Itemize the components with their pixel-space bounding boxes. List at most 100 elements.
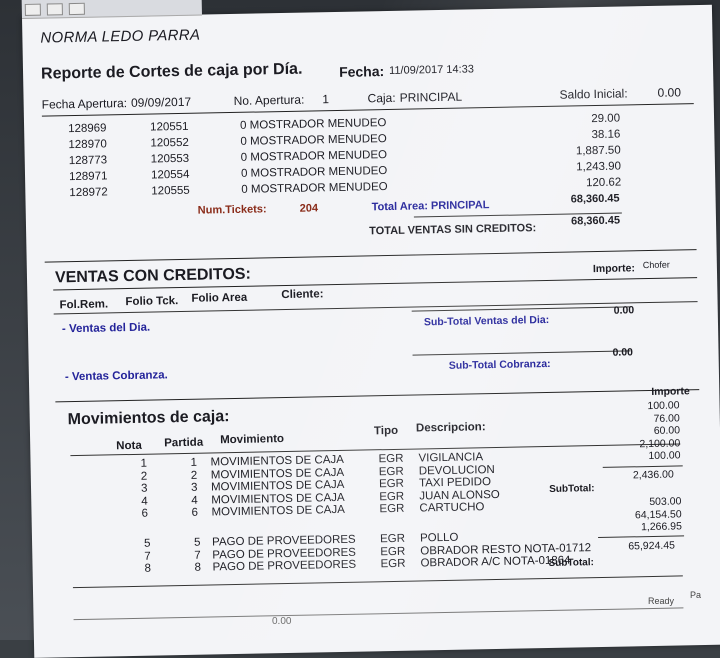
tipo: EGR [378,477,405,491]
report-title: Reporte de Cortes de caja por Día. [40,60,303,83]
total-area-label: Total Area: PRINCIPAL [371,199,490,214]
amount: 503.00 [649,495,682,509]
partida: 6 [191,506,199,519]
subtotal2-label: SubTotal: [548,557,595,569]
nota: 3 [140,482,148,495]
amount: 60.00 [653,424,681,437]
tipo: EGR [378,452,404,466]
ticket-folio: 120554 [150,168,190,182]
descripcion: JUAN ALONSO [419,488,500,502]
subtotal2-rule [598,535,685,539]
footer-divider [73,607,684,621]
col-folioarea: Folio Area [191,291,248,305]
chofer-label: Chofer [642,259,670,271]
ticket-desc: 0 MOSTRADOR MENUDEO [240,149,388,164]
subtotal2-value: 65,924.45 [628,539,676,553]
company-name: NORMA LEDO PARRA [40,26,201,47]
partida: 3 [190,481,198,494]
num-tickets-value: 204 [299,202,319,215]
no-apertura: No. Apertura: 1 [233,92,329,108]
amounts-group2: 503.00 64,154.50 1,266.95 [601,495,682,534]
ticket-id: 128972 [69,186,108,200]
partida: 8 [194,561,202,574]
ticket-amount: 29.00 [591,112,621,126]
tipo: EGR [380,557,406,571]
descripcion: CARTUCHO [419,501,485,515]
subtotal-ventas-label: Sub-Total Ventas del Dia: [423,313,550,329]
ticket-amount: 1,887.50 [575,144,621,158]
descripcion: TAXI PEDIDO [418,476,492,490]
ventas-cobranza-label: - Ventas Cobranza. [64,369,168,384]
no-apertura-label: No. Apertura: [233,92,305,108]
amounts-group1: 100.00 76.00 60.00 2,100.00 100.00 [599,399,680,463]
num-tickets-label: Num.Tickets: [197,203,267,217]
ticket-id: 128773 [68,154,108,168]
ticket-amount: 120.62 [585,176,622,190]
partida: 1 [190,456,198,469]
footer-divider [72,575,683,589]
col-tipo: Tipo [373,424,399,438]
movimiento: MOVIMIENTOS DE CAJA [211,503,345,519]
importe-label: Importe: [592,262,636,276]
subtotal-cobranza-rule [412,350,631,356]
tipo: EGR [380,545,406,558]
descripcion: DEVOLUCION [418,463,495,477]
section-divider [44,249,697,263]
tipo: EGR [379,532,406,546]
tipo: EGR [378,465,404,478]
nota: 4 [141,495,148,508]
importe-header: Importe [651,385,690,398]
nota: 5 [144,537,151,550]
fecha-apertura: Fecha Apertura: 09/09/2017 [42,95,192,112]
movimientos-list-2: 5 5 PAGO DE PROVEEDORES EGR POLLO 7 7 PAGO DE … [32,529,593,577]
tipo: EGR [379,502,405,516]
partida: 2 [190,469,198,482]
subtotal-cobranza-label: Sub-Total Cobranza: [448,357,551,372]
amount: 1,266.95 [640,520,682,534]
descripcion: POLLO [419,531,459,545]
bottom-value: 0.00 [272,616,292,627]
col-cliente: Cliente: [281,288,324,302]
ticket-desc: 0 MOSTRADOR MENUDEO [240,133,387,148]
ticket-id: 128971 [68,170,108,184]
nota: 6 [141,507,149,520]
col-foliotck: Folio Tck. [125,295,179,309]
ticket-folio: 120551 [150,120,189,134]
partida: 7 [194,549,201,562]
col-nota: Nota [116,439,142,453]
fecha-apertura-label: Fecha Apertura: [41,96,128,112]
subtotal-cobranza-value: 0.00 [612,346,634,359]
ticket-id: 128970 [68,138,107,152]
toolbar-icon[interactable] [46,3,63,16]
subtotal-ventas-value: 0.00 [613,304,635,317]
ticket-folio: 120555 [151,184,190,198]
toolbar-strip [21,0,202,19]
ticket-folio: 120553 [150,152,190,166]
ticket-desc: 0 MOSTRADOR MENUDEO [240,165,388,180]
amount: 100.00 [648,449,681,463]
saldo-inicial-label: Saldo Inicial: [559,86,628,102]
toolbar-icon[interactable] [68,2,85,16]
nota: 1 [140,457,148,470]
nota: 7 [144,550,151,563]
caja: Caja: PRINCIPAL [367,90,462,106]
movimientos-title: Movimientos de caja: [67,408,230,429]
saldo-inicial-value: 0.00 [657,85,682,100]
col-partida: Partida [164,436,204,450]
ticket-id: 128969 [68,122,107,136]
partida: 5 [193,536,201,549]
creditos-title: VENTAS CON CREDITOS: [54,265,251,287]
total-area-value: 68,360.45 [570,192,620,206]
ticket-amount: 38.16 [591,128,621,142]
subtotal1-rule [602,465,683,468]
subtotal1-label: SubTotal: [549,483,595,495]
toolbar-icon[interactable] [24,3,41,16]
ticket-desc: 0 MOSTRADOR MENUDEO [239,117,387,132]
nota: 2 [140,470,148,483]
fecha-apertura-value: 09/09/2017 [130,94,192,110]
ticket-folio: 120552 [150,136,189,150]
no-apertura-value: 1 [322,92,330,107]
tipo: EGR [379,490,405,503]
report-viewer: NORMA LEDO PARRA Reporte de Cortes de ca… [21,0,720,658]
caja-label: Caja: [367,90,396,106]
